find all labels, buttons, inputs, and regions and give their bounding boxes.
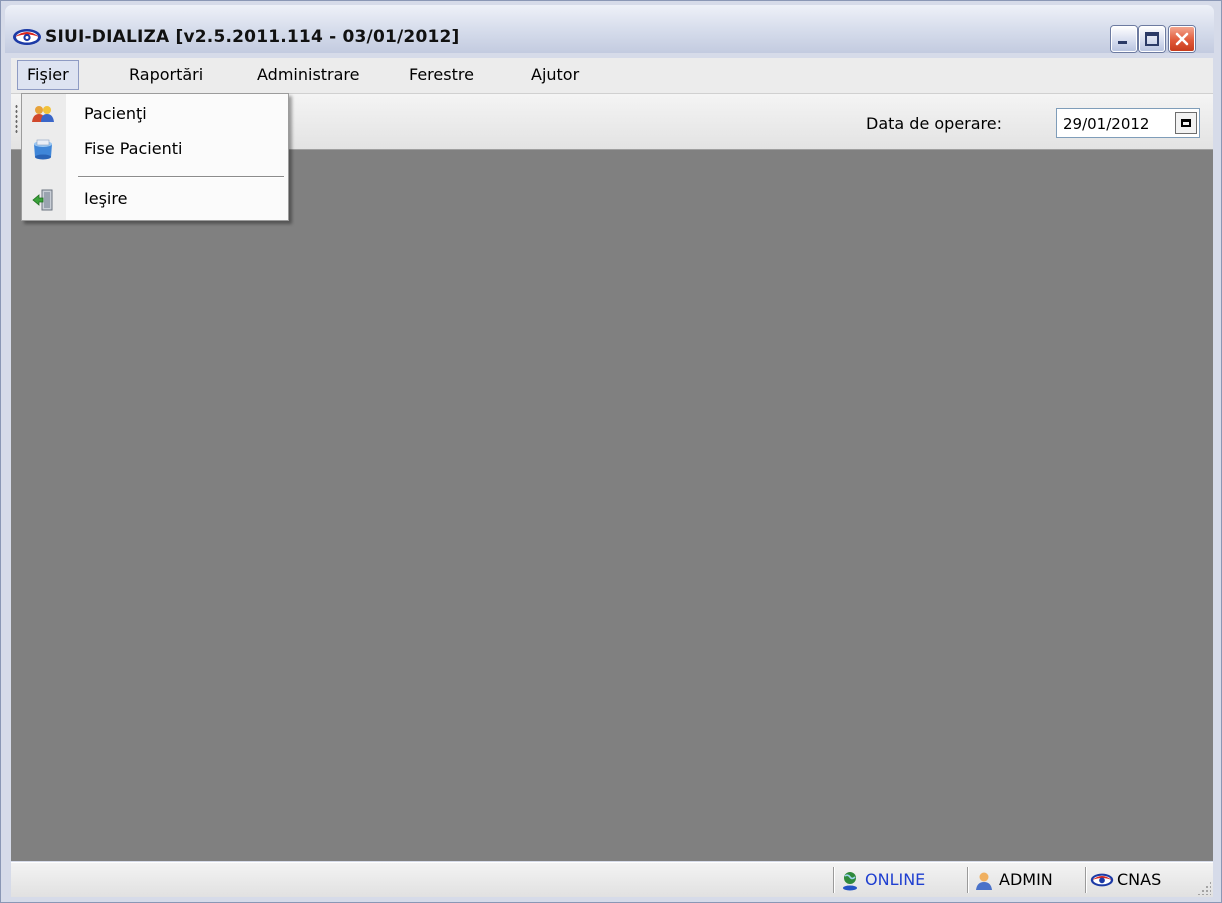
- cnas-eye-logo-icon: [1090, 873, 1114, 887]
- window-title: SIUI-DIALIZA [v2.5.2011.114 - 03/01/2012…: [45, 27, 460, 47]
- menu-item-label: Ieşire: [84, 189, 128, 208]
- operating-date-value[interactable]: 29/01/2012: [1063, 115, 1149, 133]
- status-separator: [967, 867, 968, 893]
- organization-text: CNAS: [1117, 870, 1162, 889]
- calendar-icon: [1181, 119, 1191, 127]
- globe-person-icon: [843, 872, 857, 891]
- cnas-eye-logo-icon: [13, 29, 41, 45]
- user-icon: [976, 872, 992, 890]
- close-icon: [1175, 32, 1189, 46]
- menu-separator: [78, 176, 284, 177]
- menu-fisier[interactable]: Fişier: [17, 60, 79, 90]
- status-bar: ONLINE ADMIN CNAS: [11, 862, 1213, 897]
- menu-administrare[interactable]: Administrare: [248, 60, 369, 90]
- minimize-button[interactable]: [1111, 26, 1137, 52]
- operating-date-label: Data de operare:: [866, 114, 1003, 133]
- operating-date-field[interactable]: 29/01/2012: [1056, 108, 1200, 138]
- menu-ferestre[interactable]: Ferestre: [400, 60, 483, 90]
- menu-item-fise-pacienti[interactable]: Fise Pacienti: [22, 134, 288, 164]
- maximize-icon: [1145, 32, 1159, 46]
- status-separator: [1085, 867, 1086, 893]
- exit-icon: [32, 189, 53, 211]
- patients-icon: [32, 106, 54, 122]
- status-separator: [833, 867, 834, 893]
- status-online: ONLINE: [837, 867, 925, 893]
- user-name-text: ADMIN: [999, 870, 1053, 889]
- menu-item-iesire[interactable]: Ieşire: [22, 184, 288, 214]
- menu-item-pacienti[interactable]: Pacienţi: [22, 99, 288, 129]
- online-status-text: ONLINE: [865, 870, 926, 889]
- menu-ajutor[interactable]: Ajutor: [522, 60, 588, 90]
- close-button[interactable]: [1169, 26, 1195, 52]
- status-organization: CNAS: [1089, 867, 1161, 893]
- minimize-icon: [1118, 41, 1127, 44]
- toolbar-grip[interactable]: [15, 104, 18, 134]
- maximize-button[interactable]: [1139, 26, 1165, 52]
- menu-item-label: Pacienţi: [84, 104, 147, 123]
- date-picker-button[interactable]: [1175, 112, 1197, 134]
- resize-grip-icon[interactable]: [1197, 881, 1211, 895]
- menu-item-label: Fise Pacienti: [84, 139, 183, 158]
- menu-raportari[interactable]: Raportări: [120, 60, 212, 90]
- title-bar[interactable]: SIUI-DIALIZA [v2.5.2011.114 - 03/01/2012…: [5, 5, 1214, 53]
- mdi-workspace: [11, 150, 1213, 861]
- patient-records-icon: [34, 139, 52, 160]
- status-user: ADMIN: [971, 867, 1053, 893]
- main-window: SIUI-DIALIZA [v2.5.2011.114 - 03/01/2012…: [0, 0, 1222, 903]
- menu-bar: Fişier Raportări Administrare Ferestre A…: [11, 58, 1213, 94]
- fisier-dropdown-menu: Pacienţi Fise Pacienti Ieşire: [21, 93, 289, 221]
